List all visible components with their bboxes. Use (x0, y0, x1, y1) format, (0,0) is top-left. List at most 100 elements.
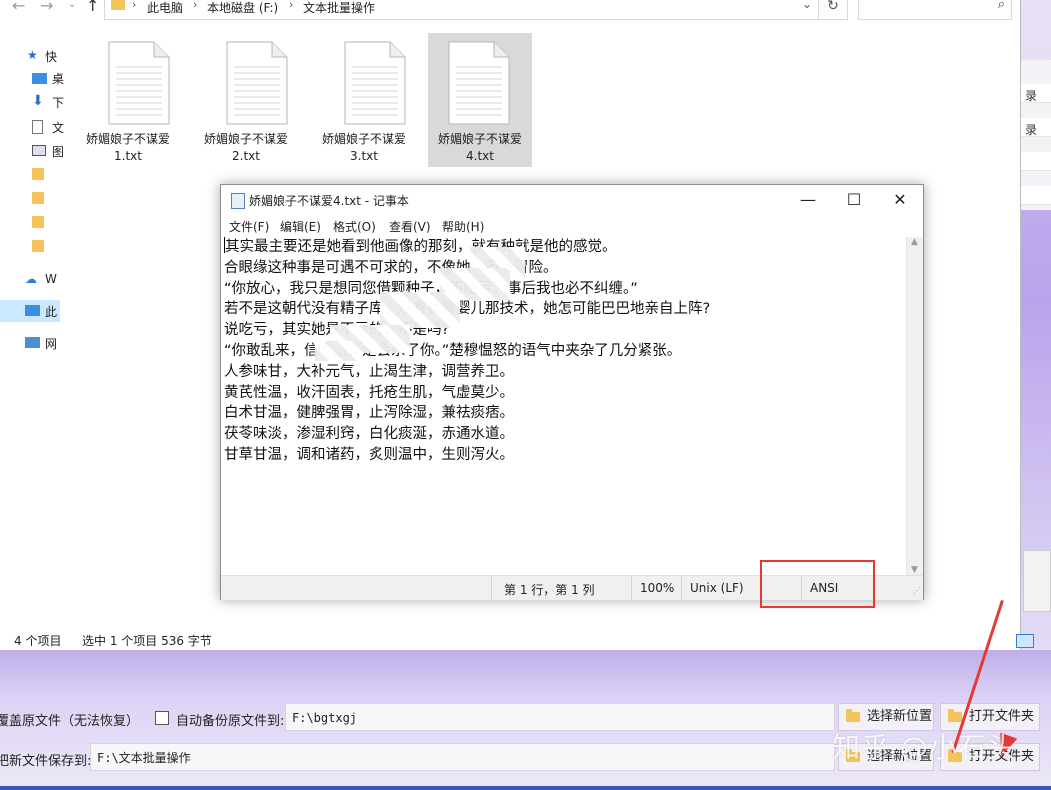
pc-icon (25, 305, 40, 316)
file-item[interactable]: 娇媚娘子不谋爱 1.txt (76, 33, 180, 167)
backup-checkbox[interactable] (155, 711, 169, 725)
resize-grip-icon[interactable]: ⋰ (913, 586, 921, 595)
document-icon (32, 120, 43, 134)
menu-help[interactable]: 帮助(H) (442, 218, 484, 235)
file-name: 娇媚娘子不谋爱 4.txt (437, 132, 522, 163)
text-line: 人参味甘，大补元气，止渴生津，调营养卫。 (224, 363, 514, 380)
log-table: 录 录 (1020, 60, 1051, 210)
desktop-icon (32, 73, 47, 84)
address-row: ← → ⌄ ↑ › 此电脑 › 本地磁盘 (F:) › 文本批量操作 ⌄ ↻ ⌕ (0, 0, 1020, 20)
folder-icon (32, 168, 44, 180)
cloud-icon: ☁ (25, 272, 37, 286)
sidebar-item-onedrive[interactable]: W (45, 272, 57, 286)
selection-info: 选中 1 个项目 536 字节 (82, 634, 212, 648)
file-name: 娇媚娘子不谋爱 2.txt (203, 132, 288, 163)
background-app-panel: 录 录 (1020, 60, 1051, 660)
forward-arrow-icon[interactable]: → (40, 0, 53, 15)
backup-label: 自动备份原文件到: (176, 714, 285, 729)
chevron-right-icon: › (193, 0, 198, 11)
menu-format[interactable]: 格式(O) (333, 218, 376, 235)
search-input[interactable]: ⌕ (858, 0, 1012, 20)
maximize-icon[interactable]: ☐ (831, 187, 877, 213)
folder-icon (32, 216, 44, 228)
mosaic-blur (380, 292, 460, 328)
text-file-icon (226, 41, 288, 125)
sidebar-item-documents[interactable]: 文 (52, 119, 64, 136)
sidebar-item-this-pc[interactable]: 此 (45, 303, 57, 320)
text-line: 甘草甘温，调和诸药，炙则温中，生则泻火。 (224, 446, 514, 463)
text-line: 说吃亏，其实她是不亏的，不是吗? (224, 320, 908, 341)
chevron-right-icon: › (289, 0, 294, 11)
notepad-menu-bar: 文件(F) 编辑(E) 格式(O) 查看(V) 帮助(H) (221, 215, 923, 237)
window-title: 娇媚娘子不谋爱4.txt - 记事本 (249, 194, 409, 208)
zoom-level: 100% (640, 581, 675, 595)
sidebar-item-desktop[interactable]: 桌 (52, 70, 64, 87)
search-icon: ⌕ (997, 0, 1005, 12)
text-line: 若不是这朝代没有精子库，没有试管婴儿那技术，她怎可能巴巴地亲自上阵? (224, 301, 711, 318)
breadcrumb-item[interactable]: 文本批量操作 (303, 0, 375, 16)
notepad-title-bar[interactable]: 娇媚娘子不谋爱4.txt - 记事本 — ☐ ✕ (221, 185, 923, 215)
backup-path-input[interactable]: F:\bgtxgj (285, 703, 835, 731)
watermark: 知乎 @小石头 (832, 731, 1016, 764)
file-item-selected[interactable]: 娇媚娘子不谋爱 4.txt (428, 33, 532, 167)
line-ending: Unix (LF) (690, 581, 744, 595)
explorer-status-bar: 4 个项目 选中 1 个项目 536 字节 (0, 628, 1034, 650)
back-arrow-icon[interactable]: ← (12, 0, 25, 15)
menu-view[interactable]: 查看(V) (389, 218, 431, 235)
item-count: 4 个项目 (14, 634, 62, 648)
address-bar[interactable]: › 此电脑 › 本地磁盘 (F:) › 文本批量操作 ⌄ (104, 0, 819, 20)
navigation-pane: ★ 快 桌 ⬇ 下 文 图 ☁ W 此 网 (0, 40, 64, 630)
text-line: 茯苓味淡，渗湿利窍，白化痰涎，赤通水道。 (224, 426, 514, 443)
text-line: 合眼缘这种事是可遇不可求的，不像她，不会冒险。 (224, 259, 558, 276)
sidebar-item-downloads[interactable]: 下 (52, 94, 64, 111)
picture-icon (32, 145, 46, 156)
text-line: “你放心，我只是想同您借颗种子，不吃亏，事后我也必不纠缠。” (224, 280, 638, 297)
close-icon[interactable]: ✕ (877, 187, 923, 213)
folder-icon (32, 192, 44, 204)
sidebar-item-network[interactable]: 网 (45, 335, 57, 352)
text-file-icon (344, 41, 406, 125)
menu-file[interactable]: 文件(F) (229, 218, 269, 235)
save-path-input[interactable]: F:\文本批量操作 (90, 743, 835, 771)
menu-edit[interactable]: 编辑(E) (280, 218, 321, 235)
file-name: 娇媚娘子不谋爱 3.txt (321, 132, 406, 163)
refresh-icon[interactable]: ↻ (818, 0, 848, 20)
text-line: 黄芪性温，收汗固表，托疮生肌，气虚莫少。 (224, 384, 514, 401)
cursor-position: 第 1 行，第 1 列 (504, 583, 595, 597)
large-icons-view-icon[interactable] (1016, 634, 1034, 648)
scroll-up-icon[interactable]: ▲ (911, 237, 918, 247)
vertical-scrollbar[interactable]: ▲ ▼ (906, 237, 923, 575)
minimize-icon[interactable]: — (785, 187, 831, 213)
folder-icon (846, 709, 860, 722)
breadcrumb-item[interactable]: 此电脑 (147, 0, 183, 16)
network-icon (25, 337, 40, 348)
folder-icon (111, 0, 125, 10)
star-icon: ★ (27, 48, 38, 62)
log-label: 录 (1025, 123, 1038, 137)
sidebar-item-quick-access[interactable]: 快 (45, 48, 57, 65)
download-icon: ⬇ (32, 93, 44, 109)
file-item[interactable]: 娇媚娘子不谋爱 2.txt (194, 33, 298, 167)
up-arrow-icon[interactable]: ↑ (86, 0, 99, 15)
side-box (1023, 550, 1051, 612)
tool-options-area: 覆盖原文件（无法恢复） 自动备份原文件到: F:\bgtxgj 选择新位置 打开… (0, 650, 1051, 790)
sidebar-item-pictures[interactable]: 图 (52, 143, 64, 160)
notepad-window: 娇媚娘子不谋爱4.txt - 记事本 — ☐ ✕ 文件(F) 编辑(E) 格式(… (220, 184, 924, 600)
text-file-icon (108, 41, 170, 125)
save-to-label: 把新文件保存到: (0, 754, 92, 769)
notepad-icon (231, 193, 245, 209)
breadcrumb-item[interactable]: 本地磁盘 (F:) (207, 0, 278, 16)
text-file-icon (448, 41, 510, 125)
encoding-highlight-box (760, 560, 875, 608)
recent-dropdown-icon[interactable]: ⌄ (68, 0, 76, 10)
overwrite-label: 覆盖原文件（无法恢复） (0, 714, 140, 729)
mosaic-blur (315, 341, 363, 361)
log-label: 录 (1025, 89, 1038, 103)
file-item[interactable]: 娇媚娘子不谋爱 3.txt (312, 33, 416, 167)
text-editor-area[interactable]: 其实最主要还是她看到他画像的那刻，就有种就是他的感觉。 合眼缘这种事是可遇不可求… (224, 237, 908, 575)
chevron-right-icon: › (132, 0, 137, 11)
text-line: 白术甘温，健脾强胃，止泻除湿，兼祛痰痞。 (224, 405, 514, 422)
scroll-down-icon[interactable]: ▼ (911, 565, 918, 575)
folder-icon (32, 240, 44, 252)
chevron-down-icon[interactable]: ⌄ (802, 0, 812, 11)
